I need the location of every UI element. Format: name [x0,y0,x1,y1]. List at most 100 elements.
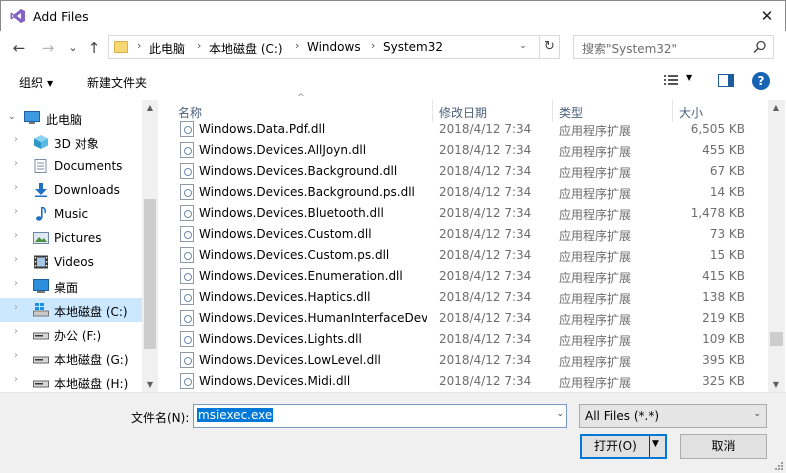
breadcrumb-system32[interactable]: System32 [383,40,443,54]
cancel-button[interactable]: 取消 [680,434,767,459]
nav-item-3d-objects[interactable]: › 3D 对象 [0,130,142,154]
breadcrumb-this-pc[interactable]: 此电脑 [149,40,185,57]
nav-label: 办公 (F:) [54,329,102,343]
nav-item-videos[interactable]: › Videos [0,250,142,274]
help-icon[interactable]: ? [752,72,770,90]
nav-item-downloads[interactable]: › Downloads [0,178,142,202]
file-size: 219 KB [702,311,745,325]
nav-item-this-pc[interactable]: ⌄ 此电脑 [0,106,142,130]
address-bar[interactable]: › 此电脑 › 本地磁盘 (C:) › Windows › System32 [108,35,560,59]
forward-arrow-icon[interactable]: → [38,38,58,58]
recent-locations-icon[interactable]: ⌄ [63,38,83,58]
nav-item-drive-g[interactable]: › 本地磁盘 (G:) [0,346,142,370]
nav-label: Documents [54,159,123,173]
file-name: Windows.Devices.Midi.dll [199,374,351,388]
nav-item-drive-f[interactable]: › 办公 (F:) [0,322,142,346]
table-row[interactable]: Windows.Devices.AllJoyn.dll 2018/4/12 7:… [159,140,769,161]
table-row[interactable]: Windows.Devices.Midi.dll 2018/4/12 7:34 … [159,371,769,392]
chevron-down-icon[interactable]: ⌄ [8,112,16,122]
chevron-right-icon[interactable]: › [14,278,18,289]
scroll-down-icon[interactable]: ▼ [142,380,158,389]
title-bar: Add Files ✕ [0,0,786,31]
up-arrow-icon[interactable]: ↑ [84,38,104,58]
nav-item-pictures[interactable]: › Pictures [0,226,142,250]
chevron-right-icon[interactable]: › [14,230,18,241]
file-name: Windows.Devices.Haptics.dll [199,290,371,304]
file-name: Windows.Devices.Bluetooth.dll [199,206,384,220]
chevron-right-icon[interactable]: › [14,158,18,169]
table-row[interactable]: Windows.Devices.Haptics.dll 2018/4/12 7:… [159,287,769,308]
search-input[interactable]: 搜索"System32" [573,35,774,59]
new-folder-button[interactable]: 新建文件夹 [87,74,147,91]
close-icon[interactable]: ✕ [753,4,781,28]
table-row[interactable]: Windows.Data.Pdf.dll 2018/4/12 7:34 应用程序… [159,119,769,140]
view-dropdown-icon[interactable]: ▼ [686,73,692,82]
table-row[interactable]: Windows.Devices.Custom.dll 2018/4/12 7:3… [159,224,769,245]
file-size: 109 KB [702,332,745,346]
organize-label: 组织 [19,76,44,90]
nav-item-documents[interactable]: › Documents [0,154,142,178]
table-row[interactable]: Windows.Devices.Enumeration.dll 2018/4/1… [159,266,769,287]
table-row[interactable]: Windows.Devices.HumanInterfaceDev... 201… [159,308,769,329]
chevron-right-icon[interactable]: › [14,134,18,145]
dll-file-icon [180,331,194,347]
chevron-right-icon[interactable]: › [14,302,18,313]
table-row[interactable]: Windows.Devices.Bluetooth.dll 2018/4/12 … [159,203,769,224]
scroll-down-icon[interactable]: ▼ [768,380,784,389]
nav-scrollbar[interactable]: ▲ ▼ [142,100,158,392]
view-options-icon[interactable] [664,74,678,86]
table-row[interactable]: Windows.Devices.Background.ps.dll 2018/4… [159,182,769,203]
file-date: 2018/4/12 7:34 [439,248,532,262]
nav-item-music[interactable]: › Music [0,202,142,226]
resize-grip-icon[interactable] [774,461,784,471]
dll-file-icon [180,268,194,284]
chevron-right-icon[interactable]: › [14,182,18,193]
file-date: 2018/4/12 7:34 [439,269,532,283]
preview-pane-icon[interactable] [718,74,734,87]
search-placeholder: 搜索"System32" [582,42,678,56]
nav-scrollbar-thumb[interactable] [144,199,156,349]
file-size: 6,505 KB [690,122,745,136]
drive-icon [33,332,49,340]
breadcrumb-separator-icon: › [197,39,202,52]
filename-input[interactable]: msiexec.exe ⌄ [193,404,567,428]
back-arrow-icon[interactable]: ← [9,38,29,58]
open-options-dropdown-icon[interactable]: ▼ [652,439,659,449]
scroll-up-icon[interactable]: ▲ [768,103,784,112]
chevron-right-icon[interactable]: › [14,326,18,337]
table-row[interactable]: Windows.Devices.Custom.ps.dll 2018/4/12 … [159,245,769,266]
dll-file-icon [180,121,194,137]
table-row[interactable]: Windows.Devices.Lights.dll 2018/4/12 7:3… [159,329,769,350]
nav-label: 3D 对象 [54,137,99,151]
file-size: 15 KB [709,248,745,262]
file-date: 2018/4/12 7:34 [439,353,532,367]
file-name: Windows.Devices.Custom.ps.dll [199,248,390,262]
chevron-down-icon[interactable]: ⌄ [556,409,564,419]
breadcrumb-windows[interactable]: Windows [307,40,361,54]
address-dropdown-icon[interactable]: ⌄ [513,34,533,58]
chevron-right-icon[interactable]: › [14,206,18,217]
refresh-icon[interactable]: ↻ [539,35,559,59]
open-split-divider [649,436,650,457]
scroll-up-icon[interactable]: ▲ [142,103,158,112]
file-list-scrollbar-thumb[interactable] [770,332,783,346]
file-type-filter-select[interactable]: All Files (*.*) ⌄ [579,404,767,428]
table-row[interactable]: Windows.Devices.LowLevel.dll 2018/4/12 7… [159,350,769,371]
file-type: 应用程序扩展 [559,250,632,264]
file-size: 73 KB [709,227,745,241]
nav-item-drive-c[interactable]: › 本地磁盘 (C:) [0,298,142,322]
nav-label: 本地磁盘 (C:) [54,305,128,319]
nav-item-desktop[interactable]: › 桌面 [0,274,142,298]
breadcrumb-drive-c[interactable]: 本地磁盘 (C:) [209,40,283,57]
filename-value: msiexec.exe [197,408,274,422]
nav-item-drive-h[interactable]: › 本地磁盘 (H:) [0,370,142,392]
chevron-right-icon[interactable]: › [14,350,18,361]
file-list-scrollbar[interactable]: ▲ ▼ [768,100,785,392]
organize-menu[interactable]: 组织 ▼ [19,74,53,91]
search-icon[interactable] [753,40,767,54]
file-type: 应用程序扩展 [559,229,632,243]
chevron-right-icon[interactable]: › [14,254,18,265]
table-row[interactable]: Windows.Devices.Background.dll 2018/4/12… [159,161,769,182]
chevron-right-icon[interactable]: › [14,374,18,385]
file-type: 应用程序扩展 [559,271,632,285]
